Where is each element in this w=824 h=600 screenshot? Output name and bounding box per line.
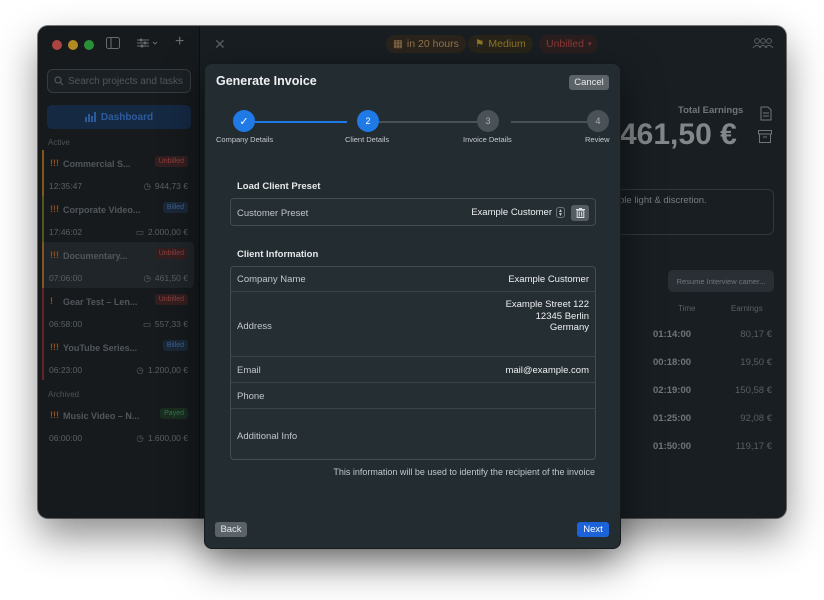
dialog-title: Generate Invoice <box>216 74 317 88</box>
preset-row: Customer Preset Example Customer ▲ ▼ <box>231 199 595 227</box>
step-2-label: Client Details <box>345 135 390 144</box>
company-name-value[interactable]: Example Customer <box>508 274 589 286</box>
step-3-number: 3 <box>485 116 491 126</box>
cancel-button[interactable]: Cancel <box>569 75 609 90</box>
client-info-box: Company Name Example Customer Address Ex… <box>230 266 596 460</box>
step-4-circle[interactable]: 4 <box>587 110 609 132</box>
step-connector-1 <box>255 121 347 123</box>
address-value[interactable]: Example Street 122 12345 Berlin Germany <box>506 299 589 334</box>
invoice-stepper: ✓ 2 3 4 Company Details Client Details I… <box>205 110 622 150</box>
back-button[interactable]: Back <box>215 522 247 537</box>
address-label: Address <box>237 321 272 332</box>
up-down-chevron-icon: ▲ ▼ <box>556 207 565 218</box>
step-connector-3 <box>511 121 587 123</box>
next-button[interactable]: Next <box>577 522 609 537</box>
step-4-label: Review <box>585 135 610 144</box>
step-1-circle[interactable]: ✓ <box>233 110 255 132</box>
step-3-label: Invoice Details <box>463 135 512 144</box>
preset-box: Customer Preset Example Customer ▲ ▼ <box>230 198 596 226</box>
generate-invoice-dialog: Generate Invoice Cancel ✓ 2 3 4 Company … <box>204 63 621 549</box>
step-connector-2 <box>379 121 479 123</box>
step-2-number: 2 <box>365 116 371 126</box>
email-value[interactable]: mail@example.com <box>505 365 589 377</box>
delete-preset-button[interactable] <box>571 205 589 221</box>
additional-info-row[interactable]: Additional Info <box>231 409 595 461</box>
address-row[interactable]: Address Example Street 122 12345 Berlin … <box>231 292 595 357</box>
customer-preset-select[interactable]: Example Customer ▲ ▼ <box>471 207 565 218</box>
company-name-row[interactable]: Company Name Example Customer <box>231 267 595 292</box>
trash-icon <box>575 208 585 218</box>
checkmark-icon: ✓ <box>239 115 249 128</box>
address-line-1: Example Street 122 <box>505 299 589 310</box>
email-label: Email <box>237 365 261 376</box>
phone-label: Phone <box>237 391 265 402</box>
step-3-circle[interactable]: 3 <box>477 110 499 132</box>
step-1-label: Company Details <box>216 135 274 144</box>
step-4-number: 4 <box>595 116 601 126</box>
additional-info-label: Additional Info <box>237 431 298 442</box>
company-name-label: Company Name <box>237 274 306 285</box>
phone-row[interactable]: Phone <box>231 383 595 409</box>
preset-selected-value: Example Customer <box>471 207 552 218</box>
step-2-circle[interactable]: 2 <box>357 110 379 132</box>
address-line-2: 12345 Berlin <box>535 310 589 322</box>
address-line-3: Germany <box>549 322 589 333</box>
email-row[interactable]: Email mail@example.com <box>231 357 595 383</box>
footnote-text: This information will be used to identif… <box>333 467 595 477</box>
client-section-title: Client Information <box>237 249 319 260</box>
preset-section-title: Load Client Preset <box>237 181 321 192</box>
preset-label: Customer Preset <box>237 208 309 219</box>
